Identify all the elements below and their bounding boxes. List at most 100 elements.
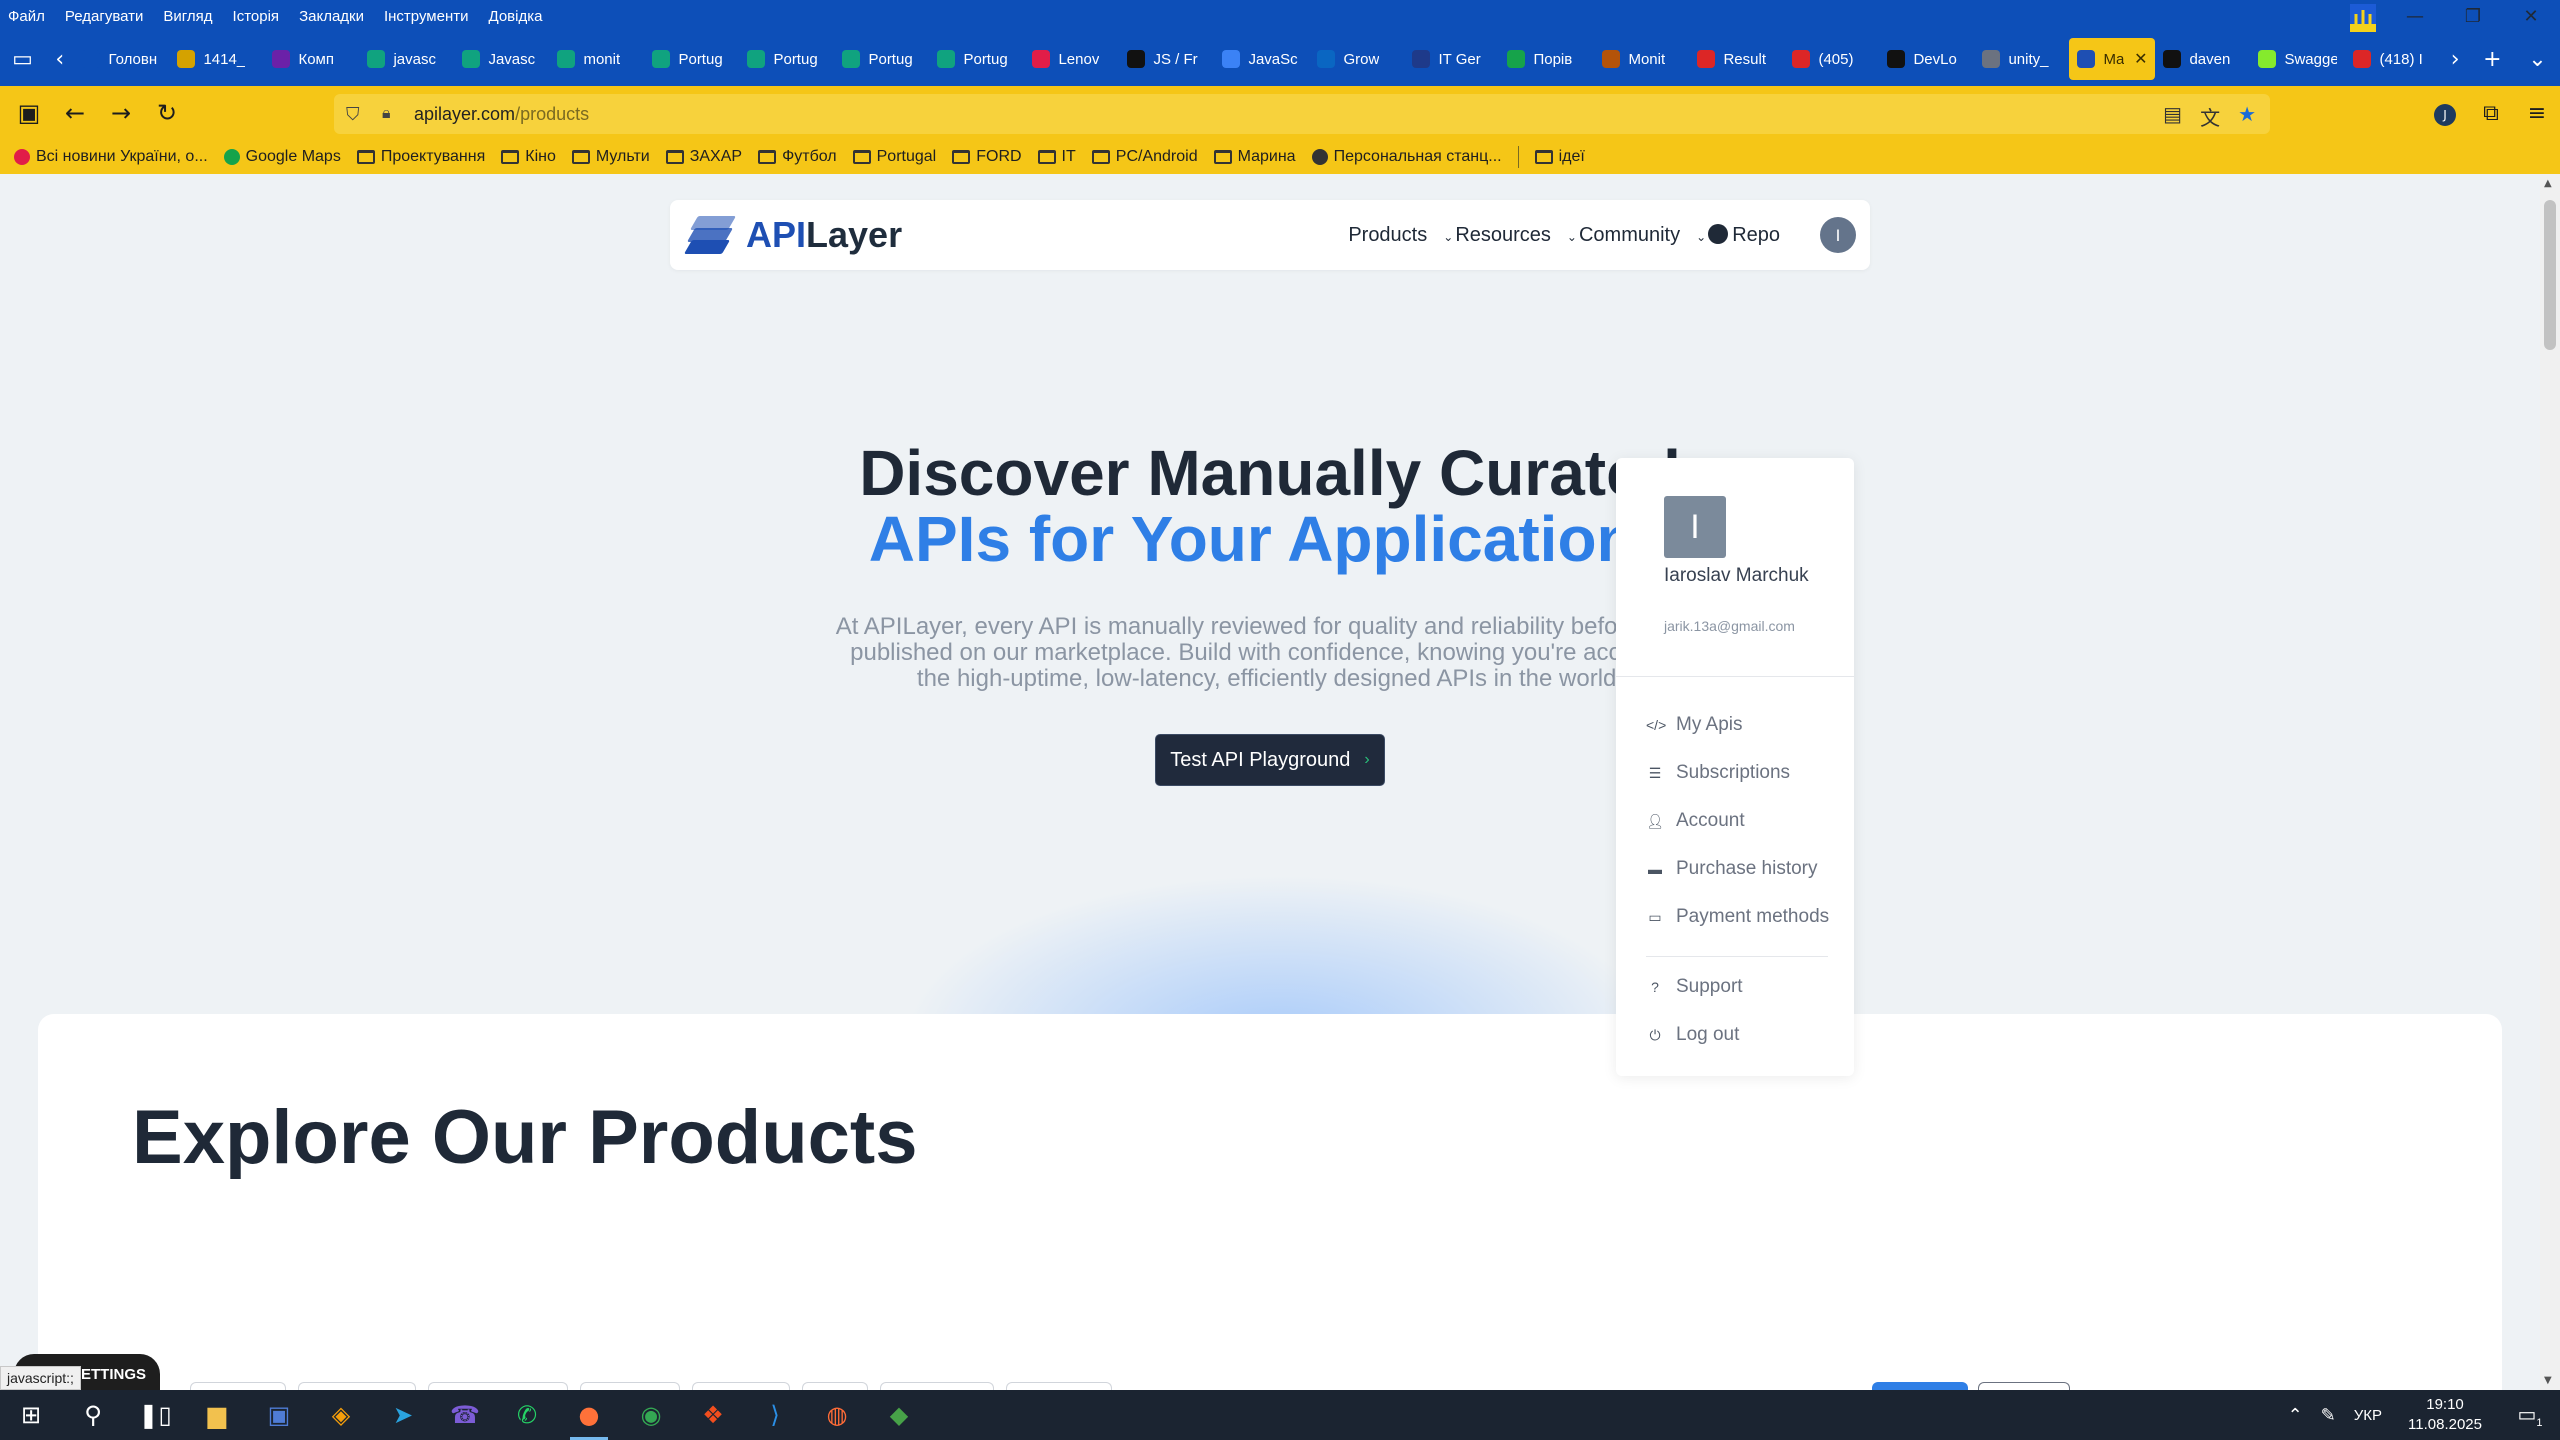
menu-item-payment-methods[interactable]: ▭ Payment methods [1646, 906, 1829, 928]
menu-view[interactable]: Вигляд [153, 8, 222, 25]
app-menu-icon[interactable]: ≡ [2514, 101, 2560, 126]
restore-icon[interactable]: ❐ [2444, 6, 2502, 27]
secondary-action-button[interactable] [1978, 1382, 2070, 1390]
vscode-icon[interactable]: ⟩ [744, 1390, 806, 1440]
close-window-icon[interactable]: ✕ [2502, 6, 2560, 27]
filter-tab[interactable] [428, 1382, 568, 1390]
bookmark-link[interactable]: Google Maps [216, 148, 349, 166]
pen-icon[interactable]: ✎ [2321, 1405, 2336, 1426]
browser-tab[interactable]: (405) [1784, 38, 1879, 80]
browser-tab[interactable]: Portug [929, 38, 1024, 80]
notifications-icon[interactable]: ▭1 [2510, 1402, 2550, 1429]
bookmark-star-icon[interactable]: ★ [2238, 102, 2256, 131]
browser-tab[interactable]: Комп [264, 38, 359, 80]
sidebar-toggle-icon[interactable]: ▣ [6, 90, 52, 136]
bookmark-folder[interactable]: ЗАХАР [658, 148, 750, 166]
browser-tab[interactable]: Swagger U [2250, 38, 2345, 80]
browser-tab[interactable]: Portug [739, 38, 834, 80]
account-icon[interactable]: J [2422, 100, 2468, 126]
reload-icon[interactable]: ↻ [144, 90, 190, 136]
apilayer-logo[interactable]: APILayer [683, 214, 902, 256]
telegram-icon[interactable]: ➤ [372, 1390, 434, 1440]
menu-item-account[interactable]: 👤︎ Account [1646, 810, 1745, 832]
whatsapp-icon[interactable]: ✆ [496, 1390, 558, 1440]
scroll-tabs-right-icon[interactable]: › [2440, 32, 2469, 86]
filter-tab[interactable] [298, 1382, 416, 1390]
reader-view-icon[interactable]: ▤ [2163, 102, 2182, 131]
close-tab-icon[interactable]: ✕ [2134, 49, 2147, 69]
new-tab-icon[interactable]: + [2470, 32, 2515, 86]
browser-tab[interactable]: javasc [359, 38, 454, 80]
task-view-icon[interactable]: ❚▯ [124, 1390, 186, 1440]
scroll-tabs-left-icon[interactable]: ‹ [45, 32, 74, 86]
menu-tools[interactable]: Інструменти [374, 8, 479, 25]
browser-tab[interactable]: unity_ [1974, 38, 2069, 80]
bookmark-folder[interactable]: IT [1030, 148, 1084, 166]
menu-item-log-out[interactable]: ⏻ Log out [1646, 1024, 1739, 1046]
browser-tab[interactable]: (418) I [2345, 38, 2440, 80]
back-icon[interactable]: ← [52, 90, 98, 136]
extensions-icon[interactable]: ⧉ [2468, 101, 2514, 126]
bookmark-link[interactable]: Персональная станц... [1304, 148, 1510, 166]
browser-tab[interactable]: Головн [74, 38, 169, 80]
save-icon[interactable]: ▣ [248, 1390, 310, 1440]
browser-tab[interactable]: Порів [1499, 38, 1594, 80]
chrome-icon[interactable]: ◉ [620, 1390, 682, 1440]
scroll-down-icon[interactable]: ▼ [2544, 1375, 2552, 1386]
menu-edit[interactable]: Редагувати [55, 8, 154, 25]
tray-overflow-icon[interactable]: ⌃ [2288, 1405, 2303, 1426]
scrollbar-thumb[interactable] [2544, 200, 2556, 350]
translate-icon[interactable]: 文 [2200, 102, 2220, 131]
menu-item-support[interactable]: ? Support [1646, 976, 1742, 998]
browser-tab[interactable]: IT Ger [1404, 38, 1499, 80]
search-icon[interactable]: ⚲ [62, 1390, 124, 1440]
tab-list-icon[interactable]: ▭ [0, 32, 45, 86]
browser-tab[interactable]: Portug [644, 38, 739, 80]
browser-tab[interactable]: DevLo [1879, 38, 1974, 80]
bookmark-folder[interactable]: Кіно [493, 148, 564, 166]
bookmark-folder[interactable]: Футбол [750, 148, 845, 166]
bookmark-folder[interactable]: PC/Android [1084, 148, 1206, 166]
start-icon[interactable]: ⊞ [0, 1390, 62, 1440]
nav-products[interactable]: Products [1348, 224, 1427, 247]
menu-history[interactable]: Історія [223, 8, 290, 25]
menu-item-purchase-history[interactable]: ▬ Purchase history [1646, 858, 1818, 880]
firefox-icon[interactable]: ● [558, 1390, 620, 1440]
bookmark-folder[interactable]: Марина [1206, 148, 1304, 166]
bookmark-folder[interactable]: FORD [944, 148, 1029, 166]
figma-icon[interactable]: ❖ [682, 1390, 744, 1440]
browser-tab[interactable]: JavaSc [1214, 38, 1309, 80]
sublime-icon[interactable]: ◈ [310, 1390, 372, 1440]
mongodb-icon[interactable]: ◆ [868, 1390, 930, 1440]
tracking-shield-icon[interactable]: ⛉ [346, 104, 368, 125]
menu-help[interactable]: Довідка [479, 8, 553, 25]
bookmark-link[interactable]: Всі новини України, о... [6, 148, 216, 166]
page-scrollbar[interactable]: ▲ ▼ [2540, 174, 2560, 1390]
browser-tab[interactable]: Portug [834, 38, 929, 80]
browser-tab[interactable]: Javasc [454, 38, 549, 80]
user-avatar-button[interactable]: I [1820, 217, 1856, 253]
menu-file[interactable]: Файл [0, 8, 55, 25]
list-all-tabs-icon[interactable]: ⌄ [2515, 32, 2560, 86]
minimize-icon[interactable]: — [2386, 6, 2444, 27]
postman-icon[interactable]: ◍ [806, 1390, 868, 1440]
viber-icon[interactable]: ☎ [434, 1390, 496, 1440]
menu-bookmarks[interactable]: Закладки [289, 8, 374, 25]
menu-item-subscriptions[interactable]: ☰ Subscriptions [1646, 762, 1790, 784]
bookmark-folder[interactable]: Проектування [349, 148, 493, 166]
nav-resources[interactable]: ⌄ Resources [1443, 224, 1551, 247]
browser-tab[interactable]: daven [2155, 38, 2250, 80]
browser-tab[interactable]: monit [549, 38, 644, 80]
nav-repo[interactable]: ⌄ Repo [1696, 223, 1780, 247]
browser-tab[interactable]: Result [1689, 38, 1784, 80]
browser-tab[interactable]: 1414_ [169, 38, 264, 80]
browser-tab[interactable]: Lenov [1024, 38, 1119, 80]
filter-tab[interactable] [802, 1382, 868, 1390]
browser-tab[interactable]: Grow [1309, 38, 1404, 80]
test-api-playground-button[interactable]: Test API Playground › [1155, 734, 1385, 786]
url-bar[interactable]: ⛉ 🔒︎ apilayer.com/products ▤ 文 ★ [334, 94, 2270, 134]
primary-action-button[interactable] [1872, 1382, 1968, 1390]
bookmark-folder[interactable]: Portugal [845, 148, 945, 166]
bookmark-folder-ideas[interactable]: ідеї [1527, 148, 1593, 166]
nav-community[interactable]: ⌄ Community [1567, 224, 1680, 247]
